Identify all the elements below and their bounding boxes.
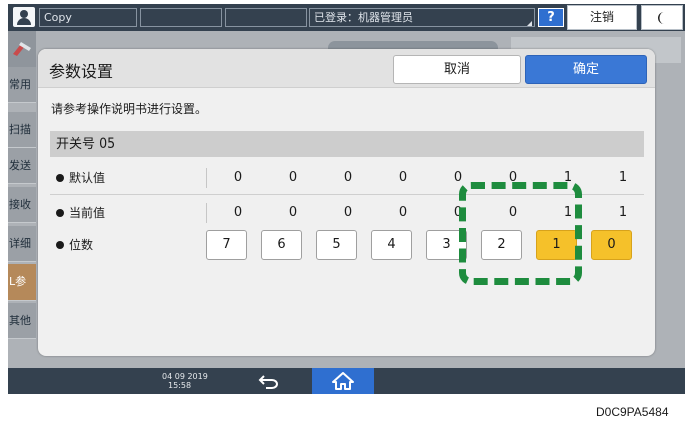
current-bit-0: 1 [618,205,628,220]
default-bit-0: 1 [618,170,628,185]
sidebar-item-other[interactable]: 其他 [8,303,36,339]
sidebar-item-parameter[interactable]: L参 [8,264,36,301]
sidebar-header [8,31,36,67]
cancel-button[interactable]: 取消 [393,55,521,84]
highlight-callout [459,182,582,285]
default-bit-7: 0 [233,170,243,185]
tools-icon [13,42,31,56]
sidebar-item-send[interactable]: 发送 [8,148,36,184]
bit-button-4[interactable]: 4 [371,230,412,260]
date-time: 04 09 2019 15:58 [162,372,208,390]
home-icon [332,372,354,390]
dialog-header: 参数设置 取消 确定 [38,49,655,88]
moon-icon [658,12,664,24]
back-arrow-icon [258,375,278,389]
current-value-label: 当前值 [56,196,105,230]
current-bit-4: 0 [398,205,408,220]
current-bit-6: 0 [288,205,298,220]
back-button[interactable] [244,368,294,394]
switch-number-bar: 开关号 05 [50,131,644,157]
bit-button-5[interactable]: 5 [316,230,357,260]
bit-button-0[interactable]: 0 [591,230,632,260]
logout-button[interactable]: 注销 [567,5,637,30]
top-status-bar: Copy 已登录：机器管理员 ? 注销 [8,4,685,31]
default-bit-5: 0 [343,170,353,185]
user-icon[interactable] [13,7,35,27]
dialog-title: 参数设置 [49,62,114,81]
bottom-bar: 04 09 2019 15:58 [8,368,685,394]
help-button[interactable]: ? [538,8,564,27]
date: 04 09 2019 [162,372,208,381]
screen: Copy 已登录：机器管理员 ? 注销 常用 扫描 发送 接收 详细 L参 其他 [0,0,691,427]
default-bit-4: 0 [398,170,408,185]
switch-label: 开关号 [56,137,96,152]
sidebar-item-receive[interactable]: 接收 [8,187,36,223]
current-bit-5: 0 [343,205,353,220]
login-status: 已登录：机器管理员 [309,8,535,27]
current-bit-7: 0 [233,205,243,220]
switch-number: 05 [99,136,116,152]
status-slot-2 [225,8,307,27]
sidebar-item-scan[interactable]: 扫描 [8,112,36,148]
default-bit-6: 0 [288,170,298,185]
app-tab-copy[interactable]: Copy [39,8,137,27]
default-value-label: 默认值 [56,161,105,195]
figure-code: D0C9PA5484 [596,405,669,419]
sidebar-item-detail[interactable]: 详细 [8,226,36,262]
bit-button-6[interactable]: 6 [261,230,302,260]
home-button[interactable] [312,368,374,394]
energy-saver-button[interactable] [641,5,683,30]
time: 15:58 [168,381,192,390]
bit-number-label: 位数 [56,228,93,262]
ok-button[interactable]: 确定 [525,55,647,84]
instruction-message: 请参考操作说明书进行设置。 [51,102,208,116]
status-slot-1 [140,8,222,27]
sidebar-item-common[interactable]: 常用 [8,67,36,103]
bit-button-7[interactable]: 7 [206,230,247,260]
corner-triangle-icon [527,21,532,26]
